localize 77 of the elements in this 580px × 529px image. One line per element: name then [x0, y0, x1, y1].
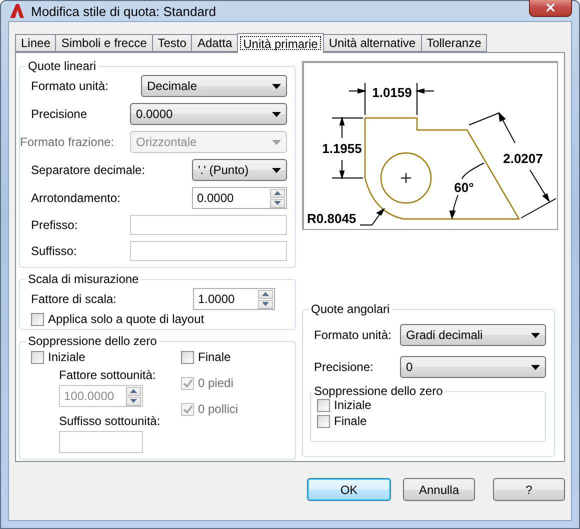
- center-mark-icon: [400, 172, 412, 184]
- field-label: Prefisso:: [31, 218, 78, 232]
- dropdown[interactable]: 0.0000: [130, 103, 287, 125]
- dimension-label: R0.8045: [307, 211, 356, 226]
- checkbox[interactable]: [317, 414, 330, 428]
- field-label: Suffisso:: [31, 244, 77, 258]
- caret-icon: [531, 332, 540, 338]
- group-title: Soppressione dello zero: [27, 334, 158, 348]
- arrow-down-icon: [130, 399, 137, 403]
- spin-up-button[interactable]: [258, 290, 273, 298]
- tab[interactable]: Testo: [152, 34, 192, 52]
- spin-up-button[interactable]: [270, 188, 285, 198]
- dimension-label: 1.0159: [372, 85, 412, 100]
- group-title: Scala di misurazione: [27, 272, 140, 286]
- dimension-label: 1.1955: [322, 141, 362, 156]
- field-label: Arrotondamento:: [31, 191, 120, 205]
- arrow-up-icon: [274, 191, 281, 195]
- arrow-down-icon: [274, 201, 281, 205]
- tab[interactable]: Simboli e frecce: [55, 34, 153, 52]
- caret-icon: [272, 112, 281, 116]
- input-field[interactable]: [130, 241, 287, 261]
- spin-down-button[interactable]: [258, 300, 273, 308]
- tab[interactable]: Tolleranze: [420, 34, 488, 52]
- dimension-label: 2.0207: [503, 151, 543, 166]
- field-label: Formato unità:: [314, 328, 392, 342]
- checkmark-icon: [182, 378, 192, 388]
- tab[interactable]: Linee: [15, 34, 56, 52]
- field-label: Precisione:: [314, 360, 374, 374]
- dialog-button[interactable]: OK: [307, 478, 391, 501]
- checkmark-icon: [182, 404, 192, 414]
- caret-icon: [531, 364, 540, 370]
- checkbox[interactable]: [181, 350, 194, 364]
- arrow-up-icon: [262, 292, 269, 296]
- field-label: Separatore decimale:: [31, 163, 146, 177]
- close-button[interactable]: [529, 0, 572, 17]
- caret-icon: [272, 84, 281, 88]
- window-title: Modifica stile di quota: Standard: [31, 4, 217, 18]
- checkbox-label: Finale: [198, 350, 231, 364]
- checkbox[interactable]: [317, 398, 330, 412]
- spin-down-button[interactable]: [270, 198, 285, 208]
- arrow-up-icon: [130, 389, 137, 393]
- checkbox-label: Iniziale: [334, 398, 372, 412]
- dropdown[interactable]: '.' (Punto): [192, 159, 287, 181]
- checkbox[interactable]: [31, 312, 44, 326]
- caret-icon: [272, 168, 281, 172]
- spinner-field[interactable]: 0.0000: [192, 187, 287, 209]
- field-label: Fattore sottounità:: [59, 368, 157, 382]
- input-field[interactable]: [130, 215, 287, 235]
- checkbox-label: 0 piedi: [198, 376, 234, 390]
- dropdown[interactable]: Gradi decimali: [400, 324, 546, 346]
- group-title: Soppressione dello zero: [313, 384, 444, 398]
- dialog-button[interactable]: ?: [493, 478, 565, 501]
- tab[interactable]: Adatta: [191, 34, 238, 52]
- arrow-down-icon: [262, 302, 269, 306]
- field-label: Suffisso sottounità:: [59, 414, 162, 428]
- close-icon: [544, 0, 557, 14]
- checkbox[interactable]: [31, 350, 44, 364]
- tab[interactable]: Unità alternative: [322, 34, 422, 52]
- group-title: Quote lineari: [27, 59, 98, 73]
- checkbox-label: Applica solo a quote di layout: [48, 312, 204, 326]
- field-label: Fattore di scala:: [31, 292, 116, 306]
- field-label: Precisione: [31, 107, 88, 121]
- field-label: Formato unità:: [31, 79, 108, 93]
- field-label: Formato frazione:: [20, 135, 114, 149]
- spinner-field[interactable]: 1.0000: [193, 288, 275, 310]
- dimension-label: 60°: [454, 180, 474, 195]
- app-logo-icon: [9, 3, 25, 19]
- dialog-button[interactable]: Annulla: [403, 478, 475, 501]
- caret-icon: [272, 140, 281, 144]
- input-field[interactable]: [59, 431, 143, 453]
- checkbox-label: Finale: [334, 414, 367, 428]
- tab[interactable]: Unità primarie: [237, 33, 324, 53]
- dropdown[interactable]: Decimale: [141, 75, 287, 97]
- group-title: Quote angolari: [310, 302, 391, 316]
- checkbox-label: Iniziale: [48, 350, 86, 364]
- dropdown[interactable]: 0: [400, 356, 546, 378]
- checkbox-label: 0 pollici: [198, 402, 238, 416]
